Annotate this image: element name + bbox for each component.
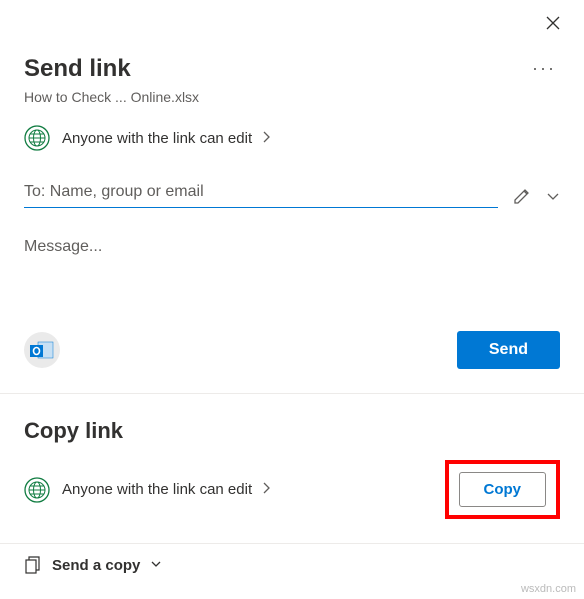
globe-icon (24, 125, 50, 151)
chevron-right-icon (262, 482, 270, 497)
chevron-down-icon (150, 556, 162, 574)
permission-label: Anyone with the link can edit (62, 130, 252, 147)
recipients-input[interactable] (24, 183, 498, 201)
chevron-right-icon (262, 131, 270, 146)
outlook-icon (24, 332, 60, 368)
copy-button[interactable]: Copy (459, 472, 547, 507)
send-copy-label: Send a copy (52, 557, 140, 574)
copy-link-title: Copy link (24, 418, 560, 444)
link-settings-button[interactable]: Anyone with the link can edit (24, 125, 560, 151)
send-a-copy-button[interactable]: Send a copy (24, 556, 560, 574)
edit-pencil-button[interactable] (512, 186, 532, 206)
globe-icon (24, 477, 50, 503)
watermark: wsxdn.com (521, 583, 576, 595)
more-options-button[interactable]: ··· (528, 54, 560, 83)
send-button[interactable]: Send (457, 331, 560, 369)
copy-file-icon (24, 556, 42, 574)
recipients-dropdown-button[interactable] (546, 191, 560, 201)
copy-button-highlight: Copy (445, 460, 561, 519)
message-input[interactable] (24, 238, 560, 256)
close-icon (546, 16, 560, 30)
filename-label: How to Check ... Online.xlsx (24, 89, 560, 105)
close-button[interactable] (540, 10, 566, 36)
dialog-title: Send link (24, 55, 131, 83)
copy-link-settings-button[interactable]: Anyone with the link can edit (24, 477, 270, 503)
copy-permission-label: Anyone with the link can edit (62, 481, 252, 498)
